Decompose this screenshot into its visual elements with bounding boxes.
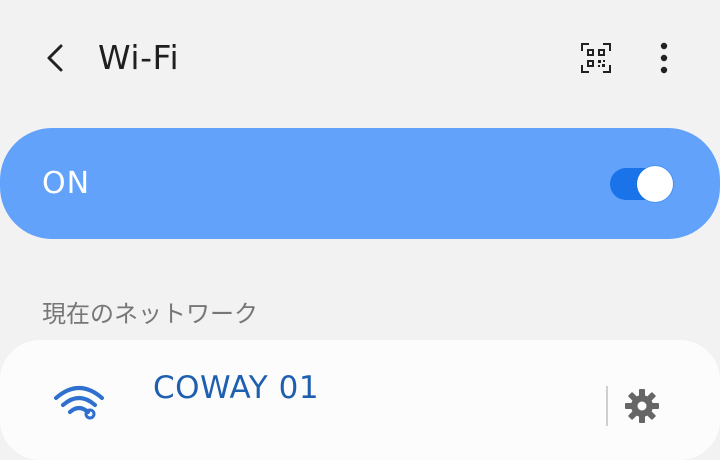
current-network-item[interactable]: COWAY 01 <box>0 340 720 460</box>
section-header-current-network: 現在のネットワーク <box>42 300 258 328</box>
wifi-switch[interactable] <box>608 165 674 203</box>
chevron-left-icon <box>47 44 63 72</box>
switch-knob <box>637 166 673 202</box>
qr-code-icon <box>581 43 611 73</box>
page-title: Wi-Fi <box>98 38 180 77</box>
wifi-status-label: ON <box>42 166 91 201</box>
network-name: COWAY 01 <box>153 370 320 406</box>
divider <box>606 386 608 426</box>
app-bar: Wi-Fi <box>0 0 720 118</box>
qr-code-scan-button[interactable] <box>578 40 614 76</box>
more-vertical-icon <box>660 42 668 74</box>
gear-icon <box>625 389 659 423</box>
wifi-toggle-card[interactable]: ON <box>0 128 720 239</box>
network-settings-button[interactable] <box>622 386 662 426</box>
more-options-button[interactable] <box>646 38 682 78</box>
back-button[interactable] <box>38 40 74 76</box>
wifi-signal-icon <box>54 386 104 420</box>
